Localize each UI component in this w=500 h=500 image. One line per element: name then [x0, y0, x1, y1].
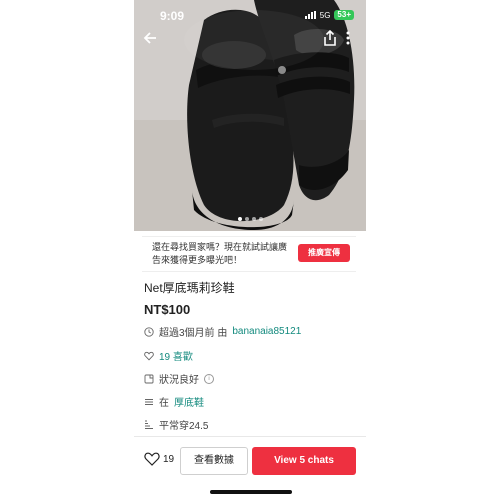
posted-text: 超過3個月前 由 [159, 328, 228, 339]
signal-icon [304, 11, 316, 19]
list-icon [144, 397, 154, 407]
back-arrow-icon[interactable] [140, 30, 160, 50]
listing-price: NT$100 [144, 302, 191, 317]
category-prefix: 在 [159, 398, 169, 409]
category-link[interactable]: 厚底鞋 [174, 394, 204, 409]
product-photo[interactable]: 9:09 5G 53+ [134, 0, 366, 231]
likes-row: 19 喜歡 [144, 348, 193, 363]
listing-title: Net厚底瑪莉珍鞋 [144, 281, 235, 295]
clock-icon [144, 326, 154, 337]
promo-text: 還在尋找買家嗎？現在就試試讓廣告來獲得更多曝光吧！ [152, 242, 288, 265]
status-indicators: 5G 53+ [304, 10, 354, 20]
heart-icon [144, 452, 160, 466]
size-text: 平常穿24.5 [159, 421, 209, 432]
posted-row: 超過3個月前 由 bananaia85121 [144, 324, 301, 339]
promote-button[interactable]: 推廣宣傳 [298, 244, 350, 262]
seller-link[interactable]: bananaia85121 [232, 326, 301, 337]
carousel-dot[interactable] [251, 217, 256, 221]
home-indicator[interactable] [210, 490, 292, 494]
view-stats-button[interactable]: 查看數據 [180, 447, 248, 475]
carousel-dots [134, 217, 366, 221]
carousel-dot[interactable] [244, 217, 249, 221]
bottom-action-bar: 19 查看數據 View 5 chats [134, 436, 366, 485]
phone-screen: 9:09 5G 53+ 還在尋找買家嗎？現在就試試讓廣告來獲得更多曝光吧！ 推廣… [134, 0, 366, 500]
battery-icon: 53+ [334, 10, 354, 20]
status-time: 9:09 [160, 9, 185, 23]
condition-text: 狀況良好 [159, 375, 199, 386]
more-icon[interactable] [338, 30, 358, 50]
tag-icon [144, 374, 154, 384]
ruler-icon [144, 420, 154, 430]
promo-banner: 還在尋找買家嗎？現在就試試讓廣告來獲得更多曝光吧！ 推廣宣傳 [142, 236, 356, 272]
carousel-dot[interactable] [237, 217, 242, 221]
carousel-dot[interactable] [258, 217, 263, 221]
like-count: 19 [163, 453, 175, 465]
heart-icon [144, 351, 154, 361]
size-row: 平常穿24.5 [144, 417, 208, 432]
likes-link[interactable]: 19 喜歡 [159, 348, 193, 363]
condition-row: 狀況良好 i [144, 371, 214, 386]
view-chats-button[interactable]: View 5 chats [252, 447, 356, 475]
like-button[interactable]: 19 [144, 452, 174, 466]
network-label: 5G [319, 10, 331, 20]
status-bar: 9:09 5G 53+ [134, 0, 366, 30]
share-icon[interactable] [320, 29, 340, 50]
category-row: 在 厚底鞋 [144, 394, 204, 409]
info-icon[interactable]: i [204, 373, 214, 384]
